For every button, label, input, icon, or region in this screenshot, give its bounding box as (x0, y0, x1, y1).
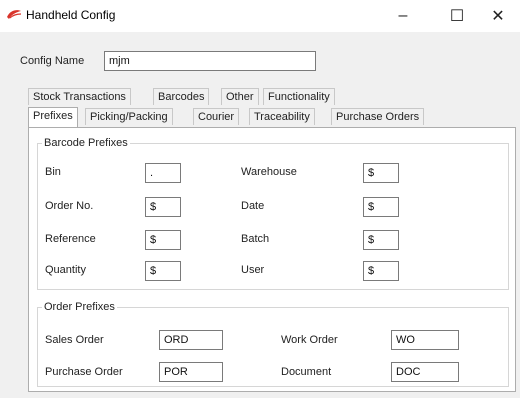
date-prefix-input[interactable] (363, 197, 399, 217)
warehouse-prefix-input[interactable] (363, 163, 399, 183)
app-logo-icon (7, 10, 22, 19)
purchase-order-label: Purchase Order (45, 366, 123, 378)
maximize-icon: ☐ (449, 8, 465, 25)
close-button[interactable]: ✕ (478, 0, 518, 32)
reference-label: Reference (45, 233, 96, 245)
order-no-prefix-input[interactable] (145, 197, 181, 217)
sales-order-prefix-input[interactable] (159, 330, 223, 350)
bin-prefix-input[interactable] (145, 163, 181, 183)
tab-barcodes[interactable]: Barcodes (153, 88, 210, 105)
purchase-order-prefix-input[interactable] (159, 362, 223, 382)
window-title: Handheld Config (26, 8, 116, 22)
minimize-icon: – (398, 7, 408, 24)
tab-purchase-orders[interactable]: Purchase Orders (331, 108, 425, 125)
work-order-label: Work Order (281, 334, 338, 346)
date-label: Date (241, 200, 265, 212)
tab-picking-packing[interactable]: Picking/Packing (85, 108, 173, 125)
config-name-input[interactable] (104, 51, 316, 71)
barcode-prefixes-group: Barcode Prefixes (37, 137, 509, 290)
sales-order-label: Sales Order (45, 334, 104, 346)
order-no-label: Order No. (45, 200, 94, 212)
bin-label: Bin (45, 166, 61, 178)
config-name-label: Config Name (20, 55, 85, 67)
work-order-prefix-input[interactable] (391, 330, 459, 350)
close-icon: ✕ (491, 8, 505, 25)
maximize-button[interactable]: ☐ (437, 0, 477, 32)
batch-prefix-input[interactable] (363, 230, 399, 250)
quantity-label: Quantity (45, 264, 86, 276)
document-prefix-input[interactable] (391, 362, 459, 382)
order-prefixes-title: Order Prefixes (44, 301, 115, 313)
quantity-prefix-input[interactable] (145, 261, 181, 281)
batch-label: Batch (241, 233, 270, 245)
warehouse-label: Warehouse (241, 166, 297, 178)
user-label: User (241, 264, 265, 276)
tab-panel-prefixes: Barcode Prefixes Bin Order No. Reference… (28, 127, 516, 392)
barcode-prefixes-title: Barcode Prefixes (44, 137, 128, 149)
document-label: Document (281, 366, 332, 378)
reference-prefix-input[interactable] (145, 230, 181, 250)
tab-prefixes[interactable]: Prefixes (28, 107, 78, 127)
tab-courier[interactable]: Courier (193, 108, 240, 125)
tab-traceability[interactable]: Traceability (249, 108, 315, 125)
tab-stock-transactions[interactable]: Stock Transactions (28, 88, 131, 105)
user-prefix-input[interactable] (363, 261, 399, 281)
tab-other[interactable]: Other (221, 88, 259, 105)
minimize-button[interactable]: – (383, 0, 423, 32)
tab-functionality[interactable]: Functionality (263, 88, 335, 105)
title-bar: Handheld Config – ☐ ✕ (0, 0, 520, 32)
